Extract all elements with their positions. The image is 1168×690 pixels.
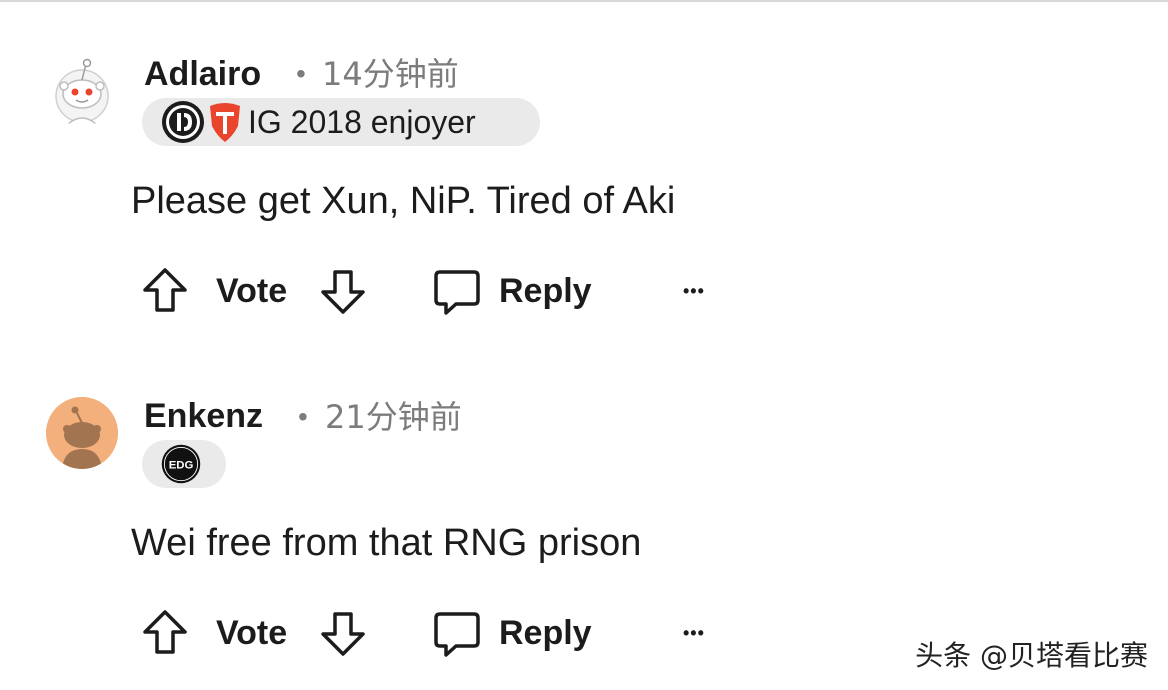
downvote-arrow-icon[interactable] bbox=[320, 266, 366, 316]
reply-button[interactable]: Reply bbox=[499, 608, 592, 658]
top-esports-logo-icon bbox=[210, 103, 240, 142]
vote-label: Vote bbox=[216, 272, 288, 310]
timestamp: 21分钟前 bbox=[325, 398, 462, 436]
snoo-avatar-icon bbox=[46, 397, 118, 469]
username[interactable]: Adlairo bbox=[144, 54, 261, 94]
upvote-arrow-icon[interactable] bbox=[142, 608, 188, 658]
top-divider bbox=[0, 0, 1168, 2]
invictus-gaming-logo-icon bbox=[162, 101, 204, 143]
timestamp: 14分钟前 bbox=[322, 55, 459, 93]
more-options-button[interactable]: ••• bbox=[683, 266, 705, 316]
comment-actions: Vote Reply ••• bbox=[142, 266, 742, 316]
comment-body: Please get Xun, NiP. Tired of Aki bbox=[131, 180, 676, 222]
username[interactable]: Enkenz bbox=[144, 396, 263, 436]
meta-separator: • bbox=[298, 401, 308, 432]
user-flair: EDG bbox=[142, 440, 226, 488]
downvote-arrow-icon[interactable] bbox=[320, 608, 366, 658]
watermark: 头条 @贝塔看比赛 bbox=[915, 639, 1148, 672]
comment-body: Wei free from that RNG prison bbox=[131, 522, 642, 564]
reply-button[interactable]: Reply bbox=[499, 266, 592, 316]
user-flair: IG 2018 enjoyer bbox=[142, 98, 540, 146]
edg-logo-text: EDG bbox=[169, 459, 194, 471]
vote-label: Vote bbox=[216, 614, 288, 652]
avatar[interactable] bbox=[46, 54, 118, 126]
comment-actions: Vote Reply ••• bbox=[142, 608, 742, 658]
avatar[interactable] bbox=[46, 397, 118, 469]
reply-bubble-icon[interactable] bbox=[432, 266, 482, 316]
more-options-button[interactable]: ••• bbox=[683, 608, 705, 658]
upvote-arrow-icon[interactable] bbox=[142, 266, 188, 316]
edg-logo-icon: EDG bbox=[161, 444, 201, 484]
snoo-avatar-icon bbox=[46, 54, 118, 126]
flair-text: IG 2018 enjoyer bbox=[248, 103, 476, 140]
meta-separator: • bbox=[296, 58, 306, 89]
reply-bubble-icon[interactable] bbox=[432, 608, 482, 658]
